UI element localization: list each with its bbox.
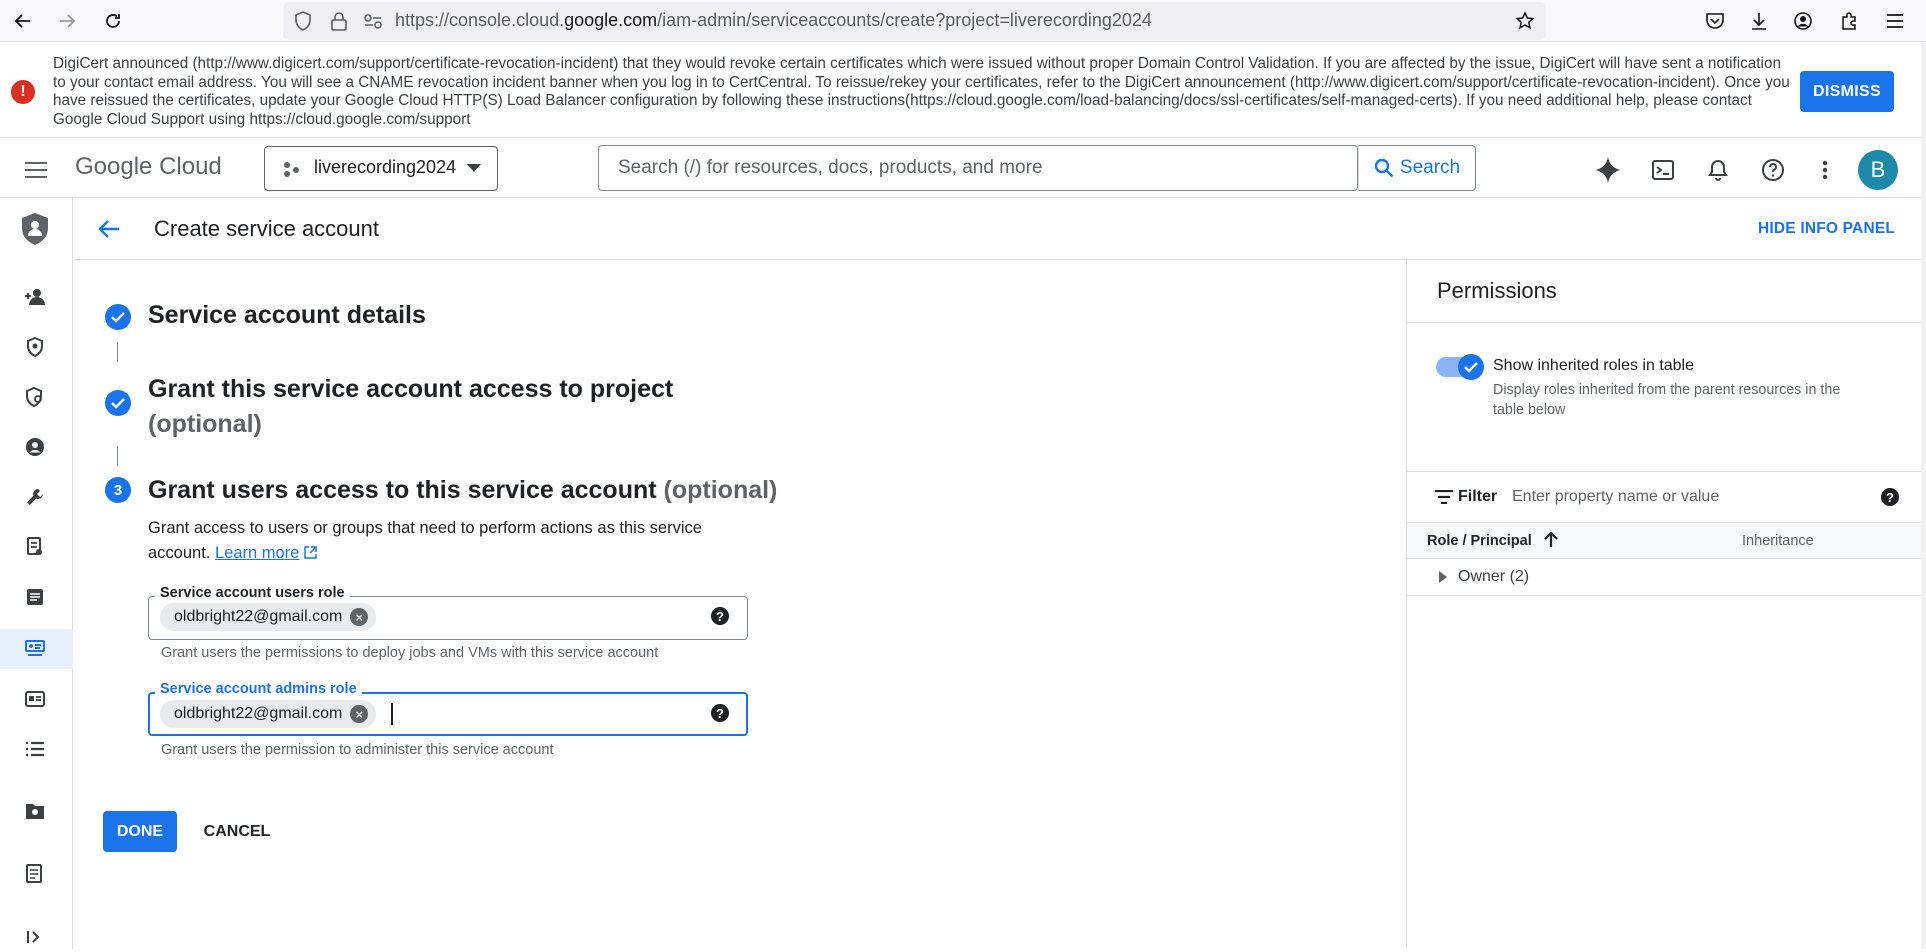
back-arrow-icon[interactable]: [8, 6, 38, 36]
help-icon[interactable]: ?: [1881, 488, 1899, 506]
cancel-button[interactable]: CANCEL: [195, 811, 279, 852]
step2-optional: (optional): [148, 410, 262, 438]
step3-description: Grant access to users or groups that nee…: [148, 516, 728, 566]
reload-icon[interactable]: [98, 6, 128, 36]
banner-message: DigiCert announced (http://www.digicert.…: [53, 55, 1790, 128]
project-name: liverecording2024: [314, 157, 457, 177]
back-arrow-icon[interactable]: [94, 214, 124, 244]
expand-rail-icon[interactable]: [20, 922, 50, 952]
forward-arrow-icon[interactable]: [52, 6, 82, 36]
column-inheritance: Inheritance: [1742, 533, 1814, 549]
step-complete-check-icon: [105, 304, 131, 330]
gemini-sparkle-icon[interactable]: [1591, 153, 1625, 187]
search-button-label: Search: [1399, 157, 1461, 178]
wrench-icon[interactable]: [20, 482, 50, 512]
cloud-shell-icon[interactable]: [1646, 153, 1680, 187]
step2-title-text: Grant this service account access to pro…: [148, 375, 674, 403]
filter-icon[interactable]: [1435, 490, 1453, 504]
step3-number-badge: 3: [105, 477, 131, 503]
step-complete-check-icon: [105, 390, 131, 416]
audit-doc-icon[interactable]: [20, 532, 50, 562]
help-icon[interactable]: ?: [711, 607, 729, 625]
help-icon[interactable]: [1756, 153, 1790, 187]
settings-folder-icon[interactable]: [20, 796, 50, 826]
remove-chip-icon[interactable]: ×: [350, 608, 369, 626]
user-chip[interactable]: oldbright22@gmail.com ×: [160, 603, 377, 631]
account-icon[interactable]: [1788, 6, 1818, 36]
learn-more-link[interactable]: Learn more: [215, 544, 299, 562]
filter-label: Filter: [1458, 488, 1498, 505]
step-connector: [117, 342, 118, 362]
project-hub-icon: [282, 160, 300, 178]
toggle-description: Display roles inherited from the parent …: [1493, 382, 1841, 418]
chevron-down-icon: [467, 164, 481, 172]
menu-icon[interactable]: [1880, 6, 1910, 36]
toggle-check-icon[interactable]: [1458, 354, 1484, 380]
add-person-icon[interactable]: [20, 282, 50, 312]
search-icon: [1374, 158, 1394, 178]
step-connector: [117, 446, 118, 466]
document-icon[interactable]: [20, 582, 50, 612]
error-icon: !: [11, 80, 35, 104]
service-accounts-icon[interactable]: [20, 634, 50, 664]
lock-icon[interactable]: [326, 8, 352, 34]
permissions-icon[interactable]: [360, 8, 386, 34]
iam-shield-logo-icon[interactable]: [16, 210, 54, 248]
pocket-icon[interactable]: [1700, 6, 1730, 36]
hide-info-panel-button[interactable]: HIDE INFO PANEL: [1758, 220, 1895, 238]
done-button[interactable]: DONE: [103, 811, 177, 852]
bookmark-star-icon[interactable]: [1512, 8, 1538, 34]
step2-title[interactable]: Grant this service account access to pro…: [148, 372, 708, 442]
external-link-icon[interactable]: [304, 546, 317, 559]
help-icon[interactable]: ?: [711, 704, 729, 722]
policy-icon[interactable]: [20, 382, 50, 412]
hamburger-menu-icon[interactable]: [20, 154, 52, 186]
admins-role-hint: Grant users the permission to administer…: [161, 742, 554, 758]
owner-row-label: Owner (2): [1458, 568, 1530, 585]
admins-role-label: Service account admins role: [155, 681, 362, 697]
extensions-icon[interactable]: [1834, 6, 1864, 36]
sort-ascending-icon[interactable]: [1544, 532, 1558, 548]
permissions-title: Permissions: [1437, 278, 1557, 303]
avatar[interactable]: B: [1858, 150, 1898, 190]
id-card-icon[interactable]: [20, 684, 50, 714]
dismiss-button[interactable]: DISMISS: [1800, 71, 1894, 112]
column-role-principal[interactable]: Role / Principal: [1427, 533, 1532, 549]
step3-optional: (optional): [663, 476, 778, 504]
step1-title[interactable]: Service account details: [148, 301, 426, 330]
admin-chip[interactable]: oldbright22@gmail.com ×: [160, 700, 377, 728]
google-cloud-logo[interactable]: Google Cloud: [75, 153, 222, 181]
text-cursor: [391, 703, 393, 725]
search-button[interactable]: Search: [1358, 145, 1476, 191]
user-chip-email: oldbright22@gmail.com: [174, 608, 343, 625]
step3-title: Grant users access to this service accou…: [148, 476, 777, 505]
shield-icon[interactable]: [290, 8, 316, 34]
more-vert-icon[interactable]: [1810, 153, 1840, 187]
account-circle-icon[interactable]: [20, 432, 50, 462]
step3-title-text: Grant users access to this service accou…: [148, 476, 657, 504]
download-icon[interactable]: [1744, 6, 1774, 36]
divider: [1407, 471, 1926, 472]
remove-chip-icon[interactable]: ×: [350, 705, 369, 723]
tag-doc-icon[interactable]: [20, 858, 50, 888]
toggle-label: Show inherited roles in table: [1493, 357, 1695, 374]
divider: [1407, 322, 1926, 323]
users-role-hint: Grant users the permissions to deploy jo…: [161, 645, 659, 661]
users-role-label: Service account users role: [155, 585, 350, 601]
security-shield-icon[interactable]: [20, 332, 50, 362]
expand-arrow-icon[interactable]: [1439, 571, 1447, 583]
url-text[interactable]: https://console.cloud.google.com/iam-adm…: [395, 10, 1152, 31]
filter-input[interactable]: Enter property name or value: [1512, 488, 1719, 506]
list-icon[interactable]: [20, 734, 50, 764]
admin-chip-email: oldbright22@gmail.com: [174, 705, 343, 722]
page-title: Create service account: [154, 216, 379, 241]
search-placeholder: Search (/) for resources, docs, products…: [618, 157, 1043, 178]
scrollbar[interactable]: [1921, 42, 1926, 949]
notifications-bell-icon[interactable]: [1701, 153, 1735, 187]
